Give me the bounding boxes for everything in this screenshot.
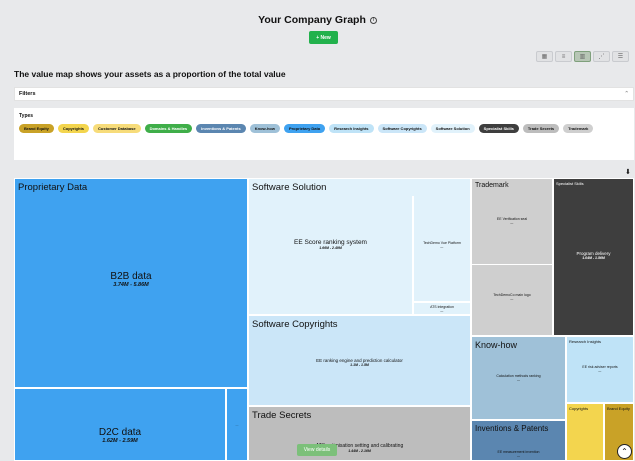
treemap-cell-research-insights[interactable]: Research Insights EE risk adviser report…	[566, 336, 634, 403]
item-range: 1.66M - 2.49M	[319, 246, 342, 250]
cell-title: Trade Secrets	[252, 410, 312, 421]
type-chip[interactable]: Software Solution	[430, 124, 475, 133]
list-icon[interactable]: ≡	[555, 51, 572, 62]
cell-title: Research Insights	[569, 339, 602, 344]
item-name: EE Score ranking system	[294, 239, 367, 246]
cell-title: Know-how	[475, 340, 518, 350]
treemap-item-ats-integration[interactable]: ATS integration ...	[413, 302, 471, 315]
treemap-item-techdemo-vue[interactable]: TechDemo Vue Platform ...	[413, 196, 471, 302]
grid-icon[interactable]: ▦	[536, 51, 553, 62]
treemap: Proprietary Data B2B data 3.74M - 5.86M …	[14, 178, 634, 461]
scroll-to-top-icon[interactable]: ⌃	[617, 444, 632, 459]
treemap-cell-trademark[interactable]: Trademark EE Verification seal ... TechD…	[471, 178, 553, 336]
item-range: 1.04M - 1.56M	[582, 256, 605, 260]
filters-bar[interactable]: Filters ⌃	[14, 87, 634, 101]
table-icon[interactable]: ☰	[612, 51, 629, 62]
item-name: ...	[235, 423, 239, 427]
cell-title: Inventions & Patents	[475, 424, 549, 433]
cell-title: Copyrights	[569, 406, 589, 411]
cell-title: Software Solution	[252, 182, 327, 193]
type-chip[interactable]: Trademark	[563, 124, 594, 133]
treemap-cell-inventions-patents[interactable]: Inventions & Patents EE measurement inve…	[471, 420, 566, 461]
new-button[interactable]: + New	[309, 31, 338, 44]
item-range: 1.62M - 2.59M	[102, 438, 138, 444]
treemap-cell-specialist-skills[interactable]: Specialist Skills Program delivery 1.04M…	[553, 178, 634, 336]
scatter-icon[interactable]: ⋰	[593, 51, 610, 62]
info-icon[interactable]: i	[369, 16, 377, 24]
type-chip[interactable]: Software Copyrights	[377, 124, 427, 133]
treemap-item-b2b-data[interactable]: B2B data 3.74M - 5.86M	[14, 196, 248, 388]
treemap-item-ee-score[interactable]: EE Score ranking system 1.66M - 2.49M	[248, 196, 413, 315]
page-title: Your Company Graph i	[0, 14, 635, 26]
item-name: B2B data	[110, 271, 152, 282]
item-name: D2C data	[98, 427, 142, 438]
cell-title: Specialist Skills	[556, 181, 584, 186]
item-range: ...	[510, 221, 514, 225]
cell-title: Trademark	[475, 182, 509, 189]
type-chip[interactable]: Trade Secrets	[522, 124, 560, 133]
item-range: ...	[440, 309, 444, 313]
chevron-up-icon[interactable]: ⌃	[624, 91, 629, 97]
item-range: ...	[517, 378, 520, 382]
type-chip[interactable]: Specialist Skills	[478, 124, 519, 133]
type-chip[interactable]: Know-how	[249, 124, 280, 133]
type-chip[interactable]: Copyrights	[57, 124, 90, 133]
page-subtitle: The value map shows your assets as a pro…	[14, 69, 286, 79]
types-label: Types	[19, 113, 34, 119]
cell-title: Software Copyrights	[252, 319, 338, 330]
treemap-item-small[interactable]: ...	[226, 388, 248, 461]
type-chip[interactable]: Brand Equity	[19, 124, 54, 133]
types-panel: Types Brand Equity Copyrights Customer Dat…	[14, 108, 634, 160]
type-chip[interactable]: Customer Database	[93, 124, 141, 133]
type-chip[interactable]: Proprietary Data	[283, 124, 326, 133]
item-range: ...	[440, 245, 444, 249]
treemap-cell-trade-secrets[interactable]: Trade Secrets ATS optimisation setting a…	[248, 406, 471, 461]
type-chip[interactable]: Inventions & Patents	[196, 124, 246, 133]
type-chip[interactable]: Research Insights	[329, 124, 374, 133]
item-range: 1.1M - 1.5M	[350, 363, 369, 367]
item-range: 1.44M - 2.16M	[348, 449, 371, 453]
treemap-cell-copyrights[interactable]: Copyrights	[566, 403, 604, 461]
view-details-button[interactable]: View details	[297, 444, 337, 456]
download-icon[interactable]: ⬇	[625, 168, 631, 176]
filters-label: Filters	[19, 91, 36, 97]
item-range: ...	[517, 454, 520, 458]
item-range: ...	[510, 297, 514, 301]
type-chip[interactable]: Domains & Handles	[144, 124, 193, 133]
treemap-cell-software-copyrights[interactable]: Software Copyrights EE ranking engine an…	[248, 315, 471, 406]
type-chips: Brand Equity Copyrights Customer Database D…	[19, 124, 629, 133]
cell-title: Brand Equity	[607, 406, 630, 411]
treemap-icon[interactable]: ▥	[574, 51, 591, 62]
item-range: ...	[598, 369, 602, 373]
treemap-cell-know-how[interactable]: Know-how Calculation methods ranking ...	[471, 336, 566, 420]
treemap-item-d2c-data[interactable]: D2C data 1.62M - 2.59M	[14, 388, 226, 461]
item-range: 3.74M - 5.86M	[113, 282, 149, 288]
cell-title: Proprietary Data	[18, 182, 88, 193]
view-toggle-group: ▦ ≡ ▥ ⋰ ☰	[536, 51, 629, 62]
